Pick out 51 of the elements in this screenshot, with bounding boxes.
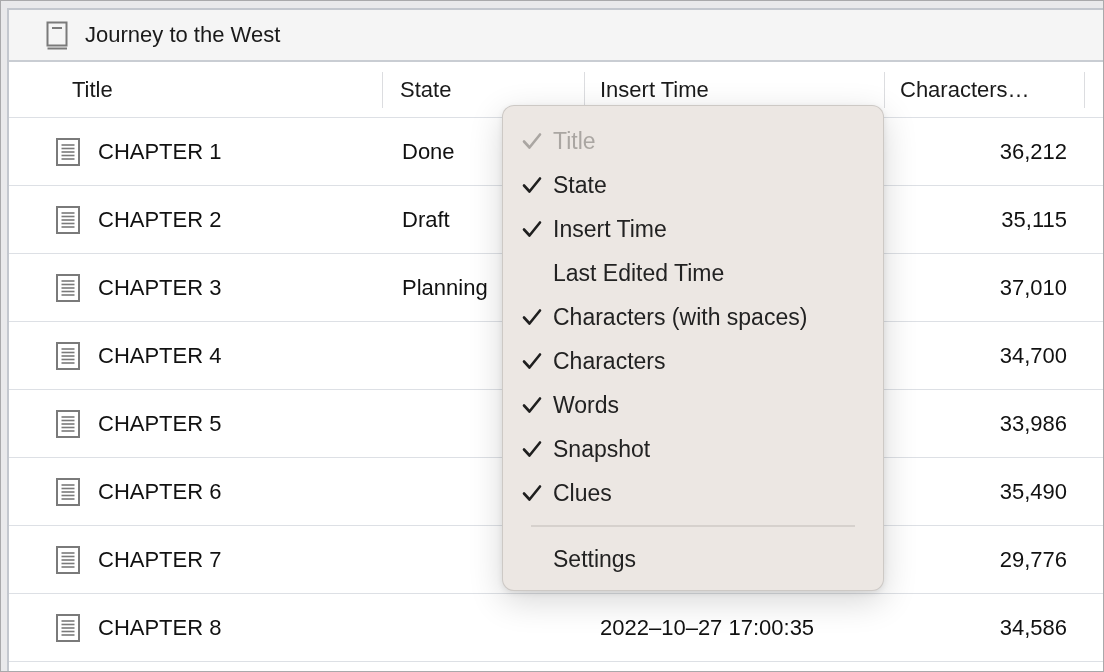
- checkmark-icon: [522, 132, 542, 150]
- chapter-title: CHAPTER 8: [98, 614, 222, 641]
- document-icon: [56, 341, 80, 370]
- status-label: Planning: [402, 274, 488, 301]
- checkmark-icon: [522, 352, 542, 370]
- column-header[interactable]: Title: [9, 62, 383, 117]
- menu-item[interactable]: State: [503, 163, 883, 207]
- checkmark-icon: [522, 220, 542, 238]
- column-header[interactable]: Insert Time: [585, 62, 885, 117]
- checkmark-icon: [522, 440, 542, 458]
- chapter-title: CHAPTER 5: [98, 410, 222, 437]
- chapter-title: CHAPTER 6: [98, 478, 222, 505]
- document-icon: [56, 273, 80, 302]
- status-label: Done: [402, 138, 455, 165]
- document-icon: [56, 137, 80, 166]
- status-label: Draft: [402, 206, 450, 233]
- document-icon: [56, 409, 80, 438]
- chapter-title: CHAPTER 7: [98, 546, 222, 573]
- chapter-title: CHAPTER 2: [98, 206, 222, 233]
- character-count: 29,776: [999, 546, 1067, 573]
- menu-item[interactable]: Last Edited Time: [503, 251, 883, 295]
- document-icon: [56, 477, 80, 506]
- menu-item[interactable]: Words: [503, 383, 883, 427]
- character-count: 34,700: [999, 342, 1067, 369]
- menu-item[interactable]: Snapshot: [503, 427, 883, 471]
- checkmark-icon: [522, 396, 542, 414]
- character-count: 34,586: [999, 614, 1067, 641]
- checkmark-icon: [522, 308, 542, 326]
- checkmark-icon: [522, 176, 542, 194]
- character-count: 37,010: [999, 274, 1067, 301]
- book-icon: [46, 20, 68, 50]
- checkmark-icon: [522, 484, 542, 502]
- document-icon: [56, 613, 80, 642]
- menu-item[interactable]: Clues: [503, 471, 883, 515]
- column-header[interactable]: State: [383, 62, 585, 117]
- character-count: 35,115: [1001, 206, 1067, 233]
- character-count: 36,212: [999, 138, 1067, 165]
- character-count: 35,490: [999, 478, 1067, 505]
- chapter-title: CHAPTER 1: [98, 138, 222, 165]
- menu-item[interactable]: Insert Time: [503, 207, 883, 251]
- document-icon: [56, 545, 80, 574]
- menu-item[interactable]: Characters: [503, 339, 883, 383]
- character-count: 33,986: [999, 410, 1067, 437]
- book-title: Journey to the West: [85, 22, 281, 48]
- document-icon: [56, 205, 80, 234]
- column-header[interactable]: Characters…: [885, 62, 1085, 117]
- menu-item[interactable]: Settings: [503, 537, 883, 581]
- chapter-title: CHAPTER 3: [98, 274, 222, 301]
- insert-time: 2022–10–27 17:00:35: [600, 614, 815, 641]
- chapter-title: CHAPTER 4: [98, 342, 222, 369]
- menu-item[interactable]: Characters (with spaces): [503, 295, 883, 339]
